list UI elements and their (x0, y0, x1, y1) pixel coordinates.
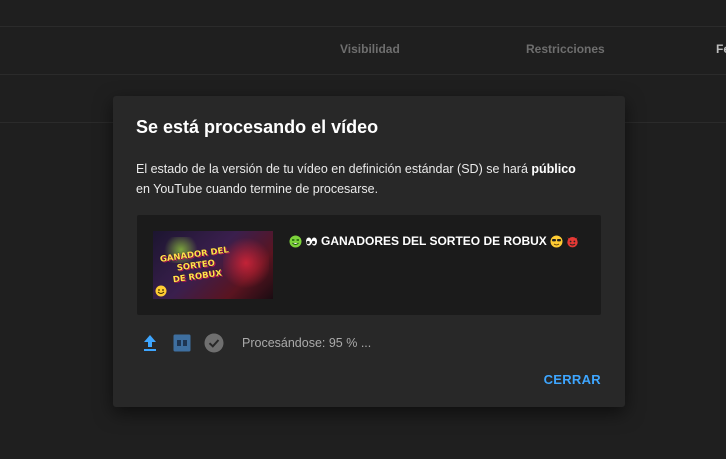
money-mouth-face-icon (289, 235, 302, 247)
upload-icon (140, 333, 160, 353)
column-header-date[interactable]: Fe (716, 42, 726, 56)
processing-status-text: Procesándose: 95 % ... (242, 336, 372, 350)
processing-dialog: Se está procesando el vídeo El estado de… (113, 96, 625, 407)
dialog-message-part1: El estado de la versión de tu vídeo en d… (136, 162, 532, 176)
column-header-restrictions[interactable]: Restricciones (526, 42, 605, 56)
dialog-message-part2: en YouTube cuando termine de procesarse. (136, 182, 379, 196)
background-row (0, 0, 726, 27)
video-card: GANADOR DEL SORTEO DE ROBUX GANADORES DE… (137, 215, 601, 315)
processing-status: Procesándose: 95 % ... (140, 332, 371, 354)
video-thumbnail: GANADOR DEL SORTEO DE ROBUX (153, 231, 273, 299)
eyes-icon (306, 237, 317, 245)
column-header-visibility[interactable]: Visibilidad (340, 42, 400, 56)
sunglasses-face-icon (550, 235, 563, 247)
devil-face-icon (567, 236, 578, 247)
grinning-face-icon (155, 285, 167, 297)
check-circle-icon (204, 333, 224, 353)
video-title: GANADORES DEL SORTEO DE ROBUX (289, 234, 589, 248)
dialog-message-visibility: público (531, 162, 576, 176)
dialog-title: Se está procesando el vídeo (136, 117, 379, 137)
close-button[interactable]: CERRAR (544, 372, 601, 387)
sd-icon (172, 333, 192, 353)
dialog-message: El estado de la versión de tu vídeo en d… (136, 159, 606, 199)
